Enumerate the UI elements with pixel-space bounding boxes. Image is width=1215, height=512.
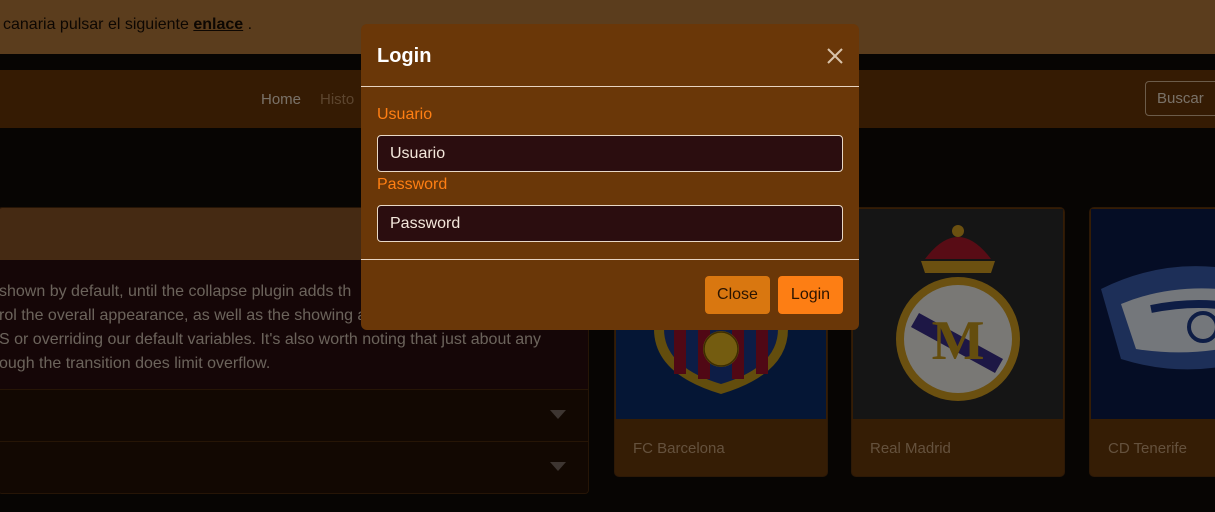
password-label: Password: [377, 176, 448, 193]
page: canaria pulsar el siguiente enlace . Hom…: [0, 0, 1215, 512]
username-label: Usuario: [377, 106, 433, 123]
modal-title: Login: [377, 45, 432, 67]
modal-divider: [361, 259, 859, 260]
username-input[interactable]: [377, 135, 843, 172]
close-icon[interactable]: [826, 47, 844, 65]
modal-divider: [361, 86, 859, 87]
password-input[interactable]: [377, 205, 843, 242]
login-button[interactable]: Login: [778, 276, 843, 314]
login-modal: Login Usuario Password Close Login: [361, 24, 859, 330]
close-button[interactable]: Close: [705, 276, 770, 314]
